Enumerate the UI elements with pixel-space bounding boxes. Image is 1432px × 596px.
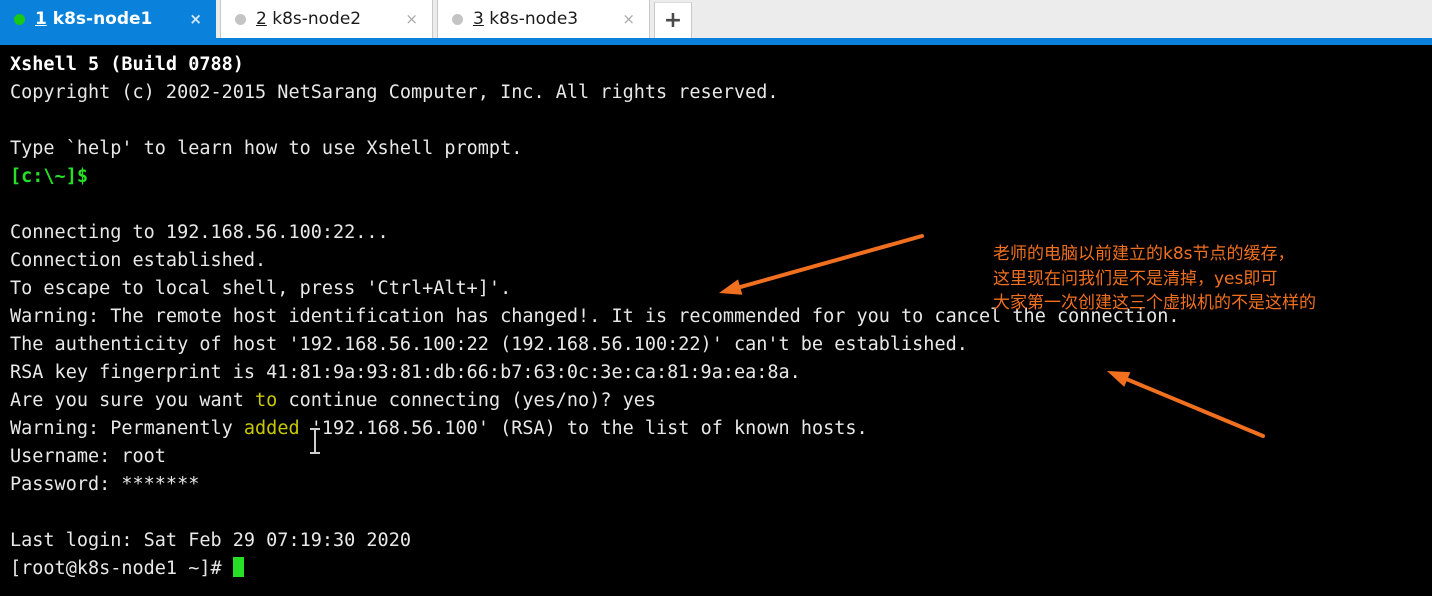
- status-dot-connected-icon: [14, 13, 25, 25]
- close-icon[interactable]: ×: [397, 11, 426, 27]
- tab-label: 3 k8s-node3: [473, 9, 578, 29]
- search-highlight: added: [243, 418, 300, 439]
- terminal-line: Last login: Sat Feb 29 07:19:30 2020: [10, 527, 1432, 555]
- search-highlight: to: [255, 390, 278, 411]
- terminal-text: Password: *******: [10, 474, 200, 495]
- terminal-line: Xshell 5 (Build 0788): [10, 51, 1432, 79]
- terminal-line: Type `help' to learn how to use Xshell p…: [10, 135, 1432, 163]
- terminal-output[interactable]: Xshell 5 (Build 0788) Copyright (c) 2002-…: [0, 45, 1432, 596]
- terminal-text: Warning: Permanently: [10, 418, 244, 439]
- terminal-line: Warning: Permanently added '192.168.56.1…: [10, 415, 1432, 443]
- terminal-text: Connecting to 192.168.56.100:22...: [10, 222, 389, 243]
- tab-2[interactable]: 2 k8s-node2 ×: [220, 0, 433, 38]
- terminal-text: Type `help' to learn how to use Xshell p…: [10, 138, 523, 159]
- terminal-line: Connecting to 192.168.56.100:22...: [10, 219, 1432, 247]
- tab-session-name: k8s-node1: [46, 9, 153, 29]
- terminal-text: continue connecting (yes/no)? yes: [277, 390, 657, 411]
- close-icon[interactable]: ×: [181, 11, 210, 27]
- terminal-text: '192.168.56.100' (RSA) to the list of kn…: [299, 418, 868, 439]
- tab-index: 1: [35, 9, 47, 29]
- tab-session-name: k8s-node3: [483, 9, 579, 29]
- terminal-line: Connection established.: [10, 247, 1432, 275]
- terminal-text: [c:\~]$: [10, 166, 88, 187]
- terminal-line: Are you sure you want to continue connec…: [10, 387, 1432, 415]
- xshell-window: 1 k8s-node1 × 2 k8s-node2 × 3 k8s-node3 × + Xs…: [0, 0, 1432, 596]
- tab-index: 3: [473, 9, 484, 29]
- terminal-line: To escape to local shell, press 'Ctrl+Al…: [10, 275, 1432, 303]
- tab-1[interactable]: 1 k8s-node1 ×: [0, 0, 216, 38]
- tab-3[interactable]: 3 k8s-node3 ×: [437, 0, 650, 38]
- new-tab-button[interactable]: +: [654, 2, 692, 38]
- terminal-text: Last login: Sat Feb 29 07:19:30 2020: [10, 530, 411, 551]
- terminal-line: The authenticity of host '192.168.56.100…: [10, 331, 1432, 359]
- terminal-line: Username: root: [10, 443, 1432, 471]
- terminal-text: Warning: The remote host identification …: [10, 306, 1180, 327]
- tab-label: 2 k8s-node2: [256, 9, 361, 29]
- terminal-line: Copyright (c) 2002-2015 NetSarang Comput…: [10, 79, 1432, 107]
- text-cursor: [232, 557, 244, 577]
- tab-index: 2: [256, 9, 267, 29]
- terminal-text: To escape to local shell, press 'Ctrl+Al…: [10, 278, 512, 299]
- close-icon[interactable]: ×: [614, 11, 643, 27]
- terminal-line: RSA key fingerprint is 41:81:9a:93:81:db…: [10, 359, 1432, 387]
- status-dot-idle-icon: [235, 13, 246, 25]
- terminal-text: Copyright (c) 2002-2015 NetSarang Comput…: [10, 82, 779, 103]
- terminal-line: [c:\~]$: [10, 163, 1432, 191]
- tab-session-name: k8s-node2: [266, 9, 362, 29]
- tab-bar: 1 k8s-node1 × 2 k8s-node2 × 3 k8s-node3 × +: [0, 0, 1432, 38]
- terminal-text: The authenticity of host '192.168.56.100…: [10, 334, 968, 355]
- status-dot-idle-icon: [452, 13, 463, 25]
- terminal-line: Warning: The remote host identification …: [10, 303, 1432, 331]
- terminal-line: Password: *******: [10, 471, 1432, 499]
- tab-bar-accent-underline: [0, 38, 1432, 45]
- terminal-text: Xshell 5 (Build 0788): [10, 54, 244, 75]
- tab-label: 1 k8s-node1: [35, 9, 152, 29]
- terminal-text: [root@k8s-node1 ~]#: [10, 558, 233, 579]
- terminal-text: Username: root: [10, 446, 166, 467]
- terminal-line: [root@k8s-node1 ~]#: [10, 555, 1432, 583]
- terminal-text: Connection established.: [10, 250, 267, 271]
- terminal-text: RSA key fingerprint is 41:81:9a:93:81:db…: [10, 362, 801, 383]
- terminal-text: Are you sure you want: [10, 390, 256, 411]
